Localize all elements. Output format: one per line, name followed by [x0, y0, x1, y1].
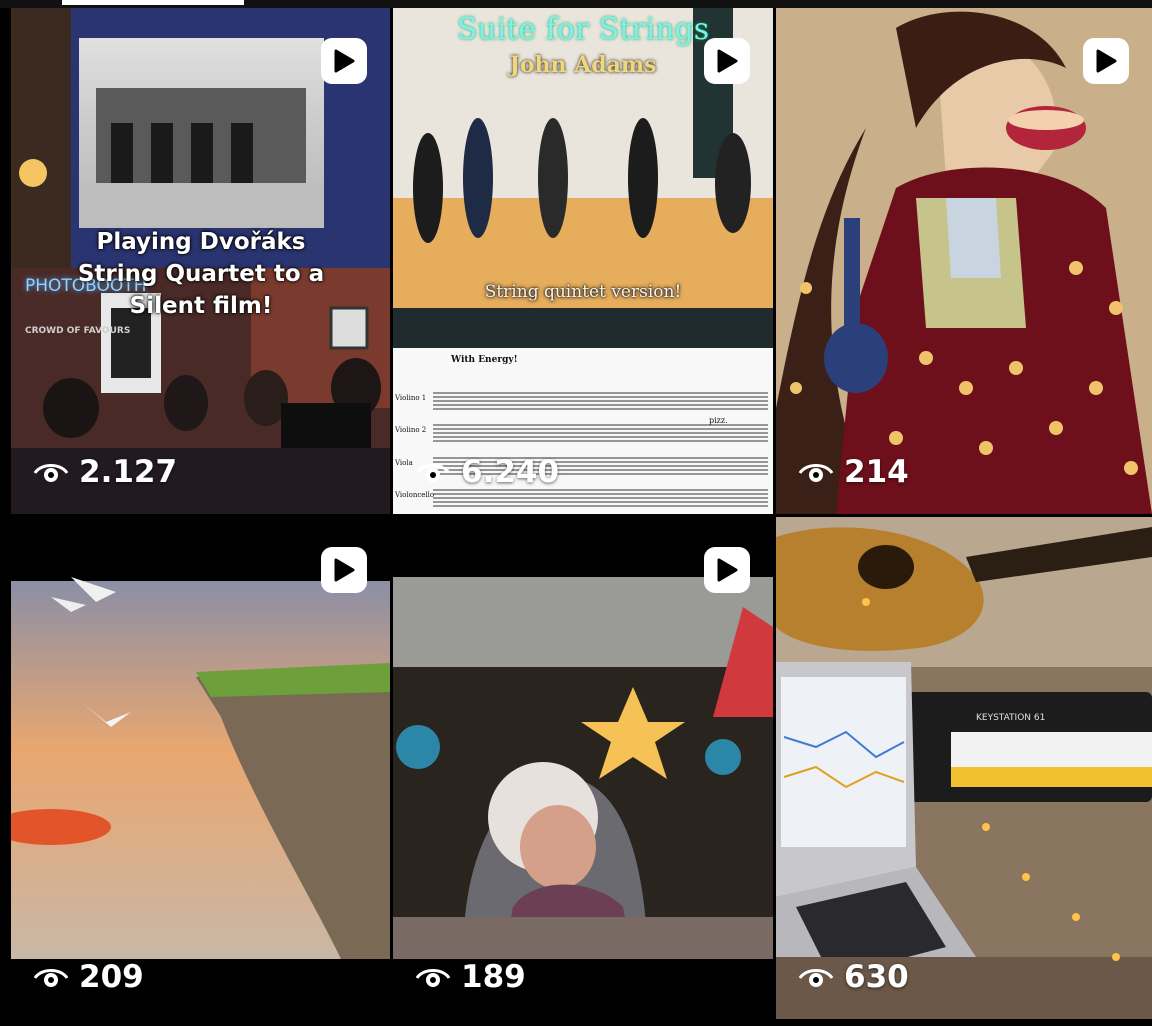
eye-icon [798, 464, 834, 482]
reel-tile[interactable]: KEYSTATION 61 630 [776, 517, 1152, 1019]
video-caption: Playing Dvořáks String Quartet to a Sile… [77, 229, 325, 319]
play-button[interactable] [704, 547, 750, 593]
eye-icon [33, 464, 69, 482]
play-icon [717, 558, 738, 582]
view-count: 2.127 [33, 454, 177, 490]
view-count-value: 214 [844, 454, 909, 490]
video-caption: String quintet version! [484, 282, 682, 302]
score-part: Violino 1 [395, 394, 427, 402]
view-count: 189 [415, 959, 526, 995]
score-part: Viola [395, 459, 413, 467]
score-tempo: With Energy! [451, 355, 518, 365]
view-count-value: 6.240 [461, 454, 560, 490]
eye-icon [798, 969, 834, 987]
view-count-value: 2.127 [79, 454, 178, 490]
reel-tile[interactable]: 209 [11, 517, 390, 1019]
thumbnail-image [776, 517, 1152, 1019]
play-button[interactable] [321, 38, 367, 84]
score-part: Violino 2 [395, 426, 427, 434]
view-count: 209 [33, 959, 144, 995]
eye-icon [415, 464, 451, 482]
score-part: Violoncello [395, 491, 435, 499]
view-count: 630 [798, 959, 909, 995]
view-count-value: 189 [461, 959, 526, 995]
eye-icon [415, 969, 451, 987]
play-button[interactable] [1083, 38, 1129, 84]
reel-tile[interactable]: PHOTOBOOTH CROWD OF FAVOURS Playing Dvoř… [11, 8, 390, 514]
play-icon [334, 49, 355, 73]
eye-icon [33, 969, 69, 987]
reel-tile[interactable]: Suite for Strings John Adams String quin… [393, 8, 773, 514]
score-marking: pizz. [709, 416, 728, 425]
poster-text: CROWD OF FAVOURS [25, 326, 131, 336]
play-icon [334, 558, 355, 582]
play-button[interactable] [704, 38, 750, 84]
play-icon [1096, 49, 1117, 73]
reel-tile[interactable]: 214 [776, 8, 1152, 514]
keyboard-brand: KEYSTATION 61 [976, 713, 1046, 723]
play-button[interactable] [321, 547, 367, 593]
view-count: 6.240 [415, 454, 559, 490]
view-count-value: 630 [844, 959, 909, 995]
reels-grid: PHOTOBOOTH CROWD OF FAVOURS Playing Dvoř… [0, 0, 1152, 1026]
play-icon [717, 49, 738, 73]
reel-tile[interactable]: 189 [393, 517, 773, 1019]
view-count: 214 [798, 454, 909, 490]
view-count-value: 209 [79, 959, 144, 995]
